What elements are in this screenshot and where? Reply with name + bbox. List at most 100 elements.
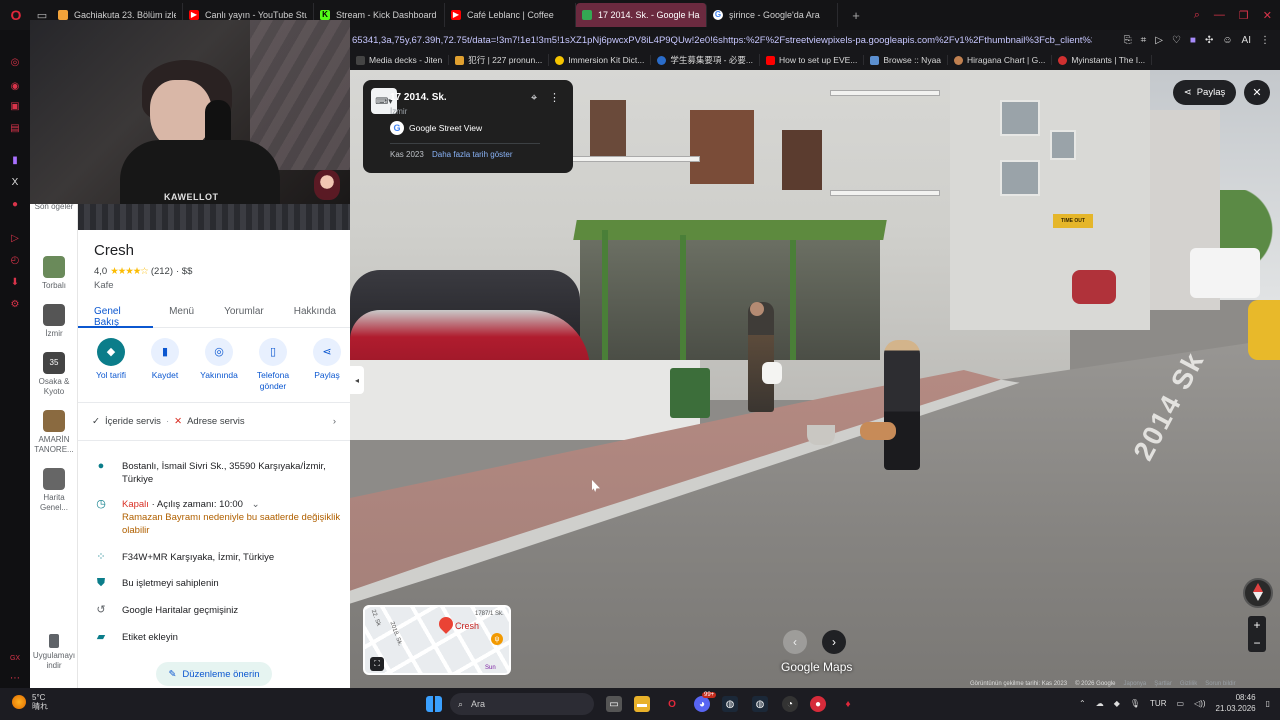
more-dates-link[interactable]: Daha fazla tarih göster <box>432 150 513 159</box>
new-tab-button[interactable]: + <box>844 8 868 23</box>
more-icon[interactable]: ⋯ <box>9 672 21 684</box>
bookmark-eve[interactable]: How to set up EVE... <box>760 55 865 65</box>
play-icon[interactable]: ▷ <box>1155 35 1163 46</box>
footer-link-japan[interactable]: Japonya <box>1124 681 1147 687</box>
taskbar-search[interactable]: ⌕ Ara <box>450 693 594 715</box>
zoom-out-button[interactable]: − <box>1253 636 1260 650</box>
twitch-icon[interactable]: ▮ <box>9 154 21 166</box>
x-twitter-icon[interactable]: X <box>9 176 21 188</box>
volume-icon[interactable]: ◁)) <box>1194 699 1205 708</box>
downloads-icon[interactable]: ⬇ <box>9 276 21 288</box>
app-tray-icon[interactable]: ◆ <box>1114 699 1120 708</box>
weather-widget[interactable]: 5°C 晴れ <box>12 693 48 711</box>
place-photo[interactable] <box>78 204 350 230</box>
steam-alt-icon[interactable]: ◍ <box>752 696 768 712</box>
tab-menu[interactable]: Menü <box>153 300 208 328</box>
history-row[interactable]: ↺ Google Haritalar geçmişiniz <box>94 604 344 617</box>
tray-overflow-icon[interactable]: ⌃ <box>1079 699 1086 708</box>
zoom-in-button[interactable]: + <box>1253 618 1260 632</box>
obs-icon[interactable]: ◔ <box>782 696 798 712</box>
next-button[interactable]: › <box>822 630 846 654</box>
place-rating[interactable]: 4,0 ★★★★☆ (212) · $$ <box>94 266 192 277</box>
bookmark-myinstants[interactable]: Myinstants | The I... <box>1052 55 1153 65</box>
recent-izmir[interactable]: İzmir <box>30 304 78 339</box>
language-indicator[interactable]: TUR <box>1150 699 1166 708</box>
chevron-down-icon[interactable]: ⌄ <box>252 499 260 510</box>
task-view-icon[interactable]: ▭ <box>606 696 622 712</box>
plus-code-row[interactable]: ⁘ F34W+MR Karşıyaka, İzmir, Türkiye <box>94 551 344 564</box>
bookmark-pronun[interactable]: 犯行 | 227 pronun... <box>449 54 550 66</box>
minimize-button[interactable]: — <box>1214 9 1225 21</box>
tab-overview[interactable]: Genel Bakış <box>78 300 154 328</box>
location-pin-icon[interactable]: ⌖ <box>531 92 537 105</box>
bookmark-student[interactable]: 学生募集要項 - 必要... <box>651 54 760 66</box>
discord-icon[interactable]: ◕ <box>694 696 710 712</box>
menu-icon[interactable]: ⋮ <box>1260 35 1270 46</box>
close-window-button[interactable]: ✕ <box>1263 9 1272 22</box>
opera-red-icon[interactable]: ♦ <box>840 696 856 712</box>
search-tabs-icon[interactable]: ⌕ <box>1194 9 1200 22</box>
file-explorer-icon[interactable]: ▬ <box>634 696 650 712</box>
nearby-button[interactable]: ◎ Yakınında <box>196 336 242 392</box>
place-category[interactable]: Kafe <box>94 280 114 291</box>
collapse-panel-button[interactable]: ◂ <box>350 366 364 394</box>
compass-icon[interactable] <box>1243 578 1273 608</box>
hours-row[interactable]: ◷ Kapalı · Açılış zamanı: 10:00 ⌄ Ramaza… <box>94 498 344 537</box>
network-icon[interactable]: ▭ <box>1177 699 1185 708</box>
vk-icon[interactable]: ● <box>9 198 21 210</box>
address-row[interactable]: ● Bostanlı, İsmail Sivri Sk., 35590 Karşı… <box>94 460 344 486</box>
footer-link-report[interactable]: Sorun bildir <box>1205 681 1235 687</box>
restaurant-icon[interactable]: ψ <box>491 633 503 645</box>
recent-osaka-kyoto[interactable]: 35 Osaka & Kyoto <box>30 352 78 397</box>
extension-icon[interactable]: ■ <box>1190 35 1196 46</box>
previous-button[interactable]: ‹ <box>783 630 807 654</box>
address-bar[interactable]: 65341,3a,75y,67.39h,72.75t/data=!3m7!1e1… <box>350 30 1280 50</box>
share-street-view-button[interactable]: ⋖ Paylaş <box>1173 80 1236 105</box>
directions-button[interactable]: ◆ Yol tarifi <box>88 336 134 392</box>
bookmark-page-icon[interactable]: ⎘ <box>1124 35 1132 46</box>
label-row[interactable]: ▰ Etiket ekleyin <box>94 631 344 644</box>
tab-cafe-leblanc[interactable]: ▶ Café Leblanc | Coffee <box>445 3 576 27</box>
maximize-button[interactable]: ❐ <box>1239 9 1249 22</box>
save-button[interactable]: ▮ Kaydet <box>142 336 188 392</box>
close-street-view-button[interactable]: ✕ <box>1244 80 1270 105</box>
tab-google-search[interactable]: Gşirince - Google'da Ara <box>707 3 838 27</box>
profile-icon[interactable]: ☺ <box>1222 35 1232 46</box>
recent-harita[interactable]: Harita Genel... <box>30 468 78 513</box>
clock[interactable]: 08:46 21.03.2026 <box>1216 692 1256 714</box>
youtube-music-icon[interactable]: ▤ <box>9 122 21 134</box>
ai-button[interactable]: AI <box>1242 35 1251 46</box>
suggest-edit-button[interactable]: ✎ Düzenleme önerin <box>156 662 272 686</box>
send-to-phone-button[interactable]: ▯ Telefona gönder <box>250 336 296 392</box>
review-count[interactable]: (212) <box>151 266 173 277</box>
messenger-icon[interactable]: ◉ <box>9 80 21 92</box>
bookmark-immersion-kit[interactable]: Immersion Kit Dict... <box>549 55 652 65</box>
expand-map-icon[interactable]: ⛶ <box>370 657 384 671</box>
bookmark-nyaa[interactable]: Browse :: Nyaa <box>864 55 949 65</box>
opera-gx-icon[interactable]: O <box>664 696 680 712</box>
history-icon[interactable]: ◴ <box>9 254 21 266</box>
steam-icon[interactable]: ◍ <box>722 696 738 712</box>
player-icon[interactable]: ▷ <box>9 232 21 244</box>
footer-link-terms[interactable]: Şartlar <box>1154 681 1172 687</box>
app-icon[interactable]: ● <box>810 696 826 712</box>
opera-logo-icon[interactable]: O <box>0 0 32 30</box>
more-options-icon[interactable]: ⋮ <box>549 91 560 104</box>
tab-reviews[interactable]: Yorumlar <box>208 300 278 328</box>
bookmark-jiten[interactable]: Media decks - Jiten <box>350 55 450 65</box>
recent-amarin[interactable]: AMARİN TANORE... <box>30 410 78 455</box>
windows-start-icon[interactable] <box>426 696 442 712</box>
footer-link-privacy[interactable]: Gizlilik <box>1180 681 1197 687</box>
minimap[interactable]: 22. Sk 2018. Sk. 1787/1 Sk. Cresh ψ Sun … <box>363 605 511 675</box>
instagram-icon[interactable]: ▣ <box>9 100 21 112</box>
tab-google-maps[interactable]: 17 2014. Sk. - Google Har <box>576 3 707 27</box>
recent-torbali[interactable]: Torbalı <box>30 256 78 291</box>
download-app-button[interactable]: Uygulamayı indir <box>30 634 78 671</box>
puzzle-icon[interactable]: ✣ <box>1205 35 1213 46</box>
snapshot-icon[interactable]: ⌗ <box>1141 35 1147 46</box>
cloud-icon[interactable]: ☁ <box>1096 699 1104 708</box>
service-options[interactable]: ✓ İçeride servis · ✕ Adrese servis › <box>92 416 336 427</box>
settings-icon[interactable]: ⚙ <box>9 298 21 310</box>
url-text[interactable]: 65341,3a,75y,67.39h,72.75t/data=!3m7!1e1… <box>352 35 1092 46</box>
notifications-icon[interactable]: ▯ <box>1266 699 1270 708</box>
